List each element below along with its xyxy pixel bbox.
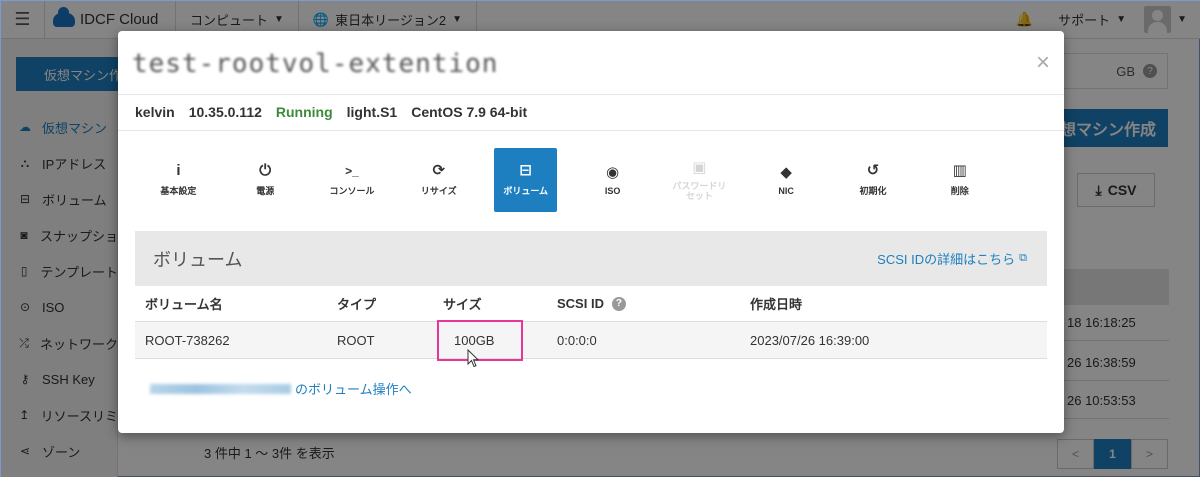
- tool-initialize[interactable]: ↺ 初期化: [830, 148, 917, 212]
- tool-console[interactable]: >_ コンソール: [309, 148, 396, 212]
- volume-panel: ボリューム SCSI IDの詳細はこちら ⧉ ボリューム名 タイプ サイズ SC…: [135, 231, 1047, 361]
- table-row[interactable]: ROOT-738262 ROOT 100GB 0:0:0:0 2023/07/2…: [135, 322, 1047, 359]
- drive-icon: ⊟: [519, 162, 532, 179]
- tool-basic-settings[interactable]: i 基本設定: [135, 148, 222, 212]
- tool-iso[interactable]: ◉ ISO: [569, 148, 656, 212]
- tool-nic[interactable]: ◆ NIC: [743, 148, 830, 212]
- tool-label: 電源: [256, 186, 275, 196]
- col-created: 作成日時: [750, 297, 803, 312]
- action-toolbar: i 基本設定 ⏻ 電源 >_ コンソール ⟳ リサイズ ⊟ ボリューム ◉ ISO ▣ パスワ…: [135, 148, 1003, 212]
- tool-label: NIC: [778, 185, 794, 196]
- col-scsi-label: SCSI ID: [557, 296, 604, 311]
- external-link-icon: ⧉: [1019, 252, 1027, 264]
- vm-user: kelvin: [135, 104, 175, 120]
- refresh-icon: ⟳: [432, 162, 446, 179]
- history-icon: ↺: [866, 162, 880, 179]
- close-icon[interactable]: ×: [1036, 51, 1050, 75]
- tool-power[interactable]: ⏻ 電源: [222, 148, 309, 212]
- tag-icon: ◆: [780, 163, 792, 181]
- info-icon: i: [176, 162, 181, 179]
- vm-plan: light.S1: [346, 104, 398, 120]
- volume-heading: ボリューム: [153, 249, 243, 270]
- tool-label: 削除: [950, 186, 969, 196]
- tool-password-reset: ▣ パスワードリセット: [656, 148, 743, 212]
- tool-label: 基本設定: [160, 186, 197, 196]
- tool-volume[interactable]: ⊟ ボリューム: [494, 148, 558, 212]
- col-scsi-id: SCSI ID?: [557, 296, 750, 311]
- tool-label: リサイズ: [420, 186, 457, 196]
- volume-table-header: ボリューム名 タイプ サイズ SCSI ID? 作成日時: [135, 286, 1047, 322]
- volume-operation-link[interactable]: のボリューム操作へ: [150, 379, 412, 398]
- vm-os: CentOS 7.9 64-bit: [411, 104, 528, 120]
- volume-panel-header: ボリューム SCSI IDの詳細はこちら ⧉: [135, 231, 1047, 286]
- tool-label: ISO: [604, 185, 621, 196]
- trash-icon: ▥: [952, 162, 967, 179]
- volume-scsi-id: 0:0:0:0: [557, 332, 597, 348]
- operation-link-label: のボリューム操作へ: [295, 382, 412, 397]
- tool-delete[interactable]: ▥ 削除: [916, 148, 1003, 212]
- tool-label: パスワードリセット: [672, 180, 727, 201]
- vm-detail-modal: test-rootvol-extention × kelvin 10.35.0.…: [118, 31, 1064, 433]
- tool-label: ボリューム: [503, 186, 549, 196]
- divider: [118, 94, 1064, 95]
- vm-status: Running: [275, 104, 333, 120]
- disc-icon: ◉: [606, 163, 620, 181]
- mouse-cursor-icon: [467, 349, 480, 368]
- question-icon[interactable]: ?: [611, 296, 626, 311]
- vm-info: kelvin 10.35.0.112 Running light.S1 Cent…: [135, 104, 527, 120]
- scsi-detail-link[interactable]: SCSI IDの詳細はこちら ⧉: [877, 249, 1027, 268]
- lock-icon: ▣: [692, 158, 707, 176]
- col-type: タイプ: [337, 297, 377, 312]
- app-window: ☰ IDCF Cloud コンピュート ▼ 🌐 東日本リージョン2 ▼ 🔔 サポ…: [0, 0, 1200, 477]
- vm-ip: 10.35.0.112: [188, 104, 262, 120]
- col-volume-name: ボリューム名: [145, 297, 223, 312]
- power-icon: ⏻: [259, 162, 272, 179]
- volume-type: ROOT: [337, 332, 375, 348]
- volume-name: ROOT-738262: [145, 332, 230, 348]
- blurred-vm-name: [150, 383, 291, 394]
- volume-created: 2023/07/26 16:39:00: [750, 332, 870, 348]
- tool-label: コンソール: [329, 186, 375, 196]
- tool-label: 初期化: [859, 186, 887, 196]
- modal-title: test-rootvol-extention: [132, 49, 499, 79]
- divider: [118, 130, 1064, 131]
- scsi-link-label: SCSI IDの詳細はこちら: [877, 252, 1016, 267]
- terminal-icon: >_: [345, 164, 359, 178]
- col-size: サイズ: [443, 297, 482, 312]
- tool-resize[interactable]: ⟳ リサイズ: [395, 148, 482, 212]
